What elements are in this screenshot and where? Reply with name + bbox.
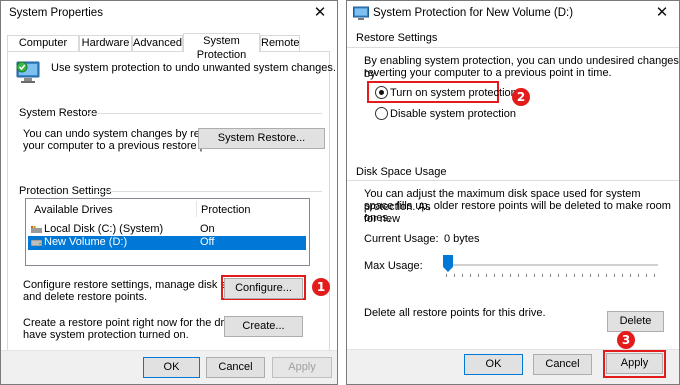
divider <box>97 191 322 192</box>
drive-protection-status: Off <box>200 236 215 248</box>
tab-system-protection[interactable]: System Protection <box>183 33 260 61</box>
ok-button[interactable]: OK <box>143 357 200 378</box>
title-bar: System Properties ✕ <box>1 1 337 27</box>
configure-description-2: and delete restore points. <box>23 291 148 303</box>
drive-name: New Volume (D:) <box>44 236 128 248</box>
available-drives-list[interactable]: Available Drives Protection Local Disk (… <box>25 198 310 266</box>
turn-on-protection-radio[interactable] <box>375 86 388 99</box>
drive-protection-status: On <box>200 223 215 235</box>
slider-ticks <box>446 274 658 277</box>
tab-advanced[interactable]: Advanced <box>132 35 183 51</box>
create-button[interactable]: Create... <box>224 316 303 337</box>
divider <box>347 47 679 48</box>
restore-settings-description-2: reverting your computer to a previous po… <box>364 67 612 79</box>
column-separator <box>196 201 197 217</box>
restore-settings-heading: Restore Settings <box>356 32 438 44</box>
column-header-protection[interactable]: Protection <box>201 204 251 216</box>
divider <box>88 113 322 114</box>
delete-description: Delete all restore points for this drive… <box>364 307 546 319</box>
current-usage-label: Current Usage: <box>364 233 439 245</box>
window-title: System Protection for New Volume (D:) <box>373 7 574 19</box>
system-drive-icon <box>31 226 42 233</box>
divider <box>347 180 679 181</box>
cancel-button[interactable]: Cancel <box>533 354 592 375</box>
configure-button[interactable]: Configure... <box>224 278 303 299</box>
close-button[interactable]: ✕ <box>307 3 333 25</box>
system-protection-icon <box>353 6 369 20</box>
apply-button[interactable]: Apply <box>272 357 332 378</box>
system-properties-window: System Properties ✕ Computer Name Hardwa… <box>0 0 338 385</box>
cancel-button[interactable]: Cancel <box>206 357 265 378</box>
step-2-badge: 2 <box>512 88 530 106</box>
step-3-badge: 3 <box>617 331 635 349</box>
drive-name: Local Disk (C:) (System) <box>44 223 164 235</box>
disk-space-description-2: space fills up, older restore points wil… <box>364 200 671 225</box>
current-usage-value: 0 bytes <box>444 233 480 245</box>
column-header-available-drives[interactable]: Available Drives <box>34 204 113 216</box>
system-restore-description-2: your computer to a previous restore poin… <box>23 140 227 152</box>
tab-computer-name[interactable]: Computer Name <box>7 35 79 63</box>
dialog-button-bar: OK Cancel Apply <box>1 350 337 384</box>
tab-remote[interactable]: Remote <box>260 35 300 51</box>
window-title: System Properties <box>9 7 103 19</box>
title-bar: System Protection for New Volume (D:) ✕ <box>347 1 679 27</box>
disk-space-description-3: ones. <box>364 212 391 224</box>
apply-button[interactable]: Apply <box>606 353 663 374</box>
intro-text: Use system protection to undo unwanted s… <box>51 62 336 74</box>
close-button[interactable]: ✕ <box>649 3 675 25</box>
disable-protection-radio[interactable] <box>375 107 388 120</box>
delete-button[interactable]: Delete <box>607 311 664 332</box>
disk-space-heading: Disk Space Usage <box>356 166 447 178</box>
disable-protection-label[interactable]: Disable system protection <box>390 108 516 121</box>
drive-row-d[interactable]: New Volume (D:) Off <box>28 236 306 250</box>
turn-on-protection-label[interactable]: Turn on system protection <box>390 87 517 100</box>
max-usage-label: Max Usage: <box>364 260 423 272</box>
system-protection-icon <box>16 61 40 83</box>
drive-row-c[interactable]: Local Disk (C:) (System) On <box>28 223 306 237</box>
drive-icon <box>31 239 42 246</box>
step-1-badge: 1 <box>312 278 330 296</box>
max-usage-slider-track[interactable] <box>446 264 658 266</box>
tab-hardware[interactable]: Hardware <box>79 35 132 51</box>
system-restore-heading: System Restore <box>19 107 98 119</box>
ok-button[interactable]: OK <box>464 354 523 375</box>
create-description-2: have system protection turned on. <box>23 329 189 341</box>
system-restore-button[interactable]: System Restore... <box>198 128 325 149</box>
